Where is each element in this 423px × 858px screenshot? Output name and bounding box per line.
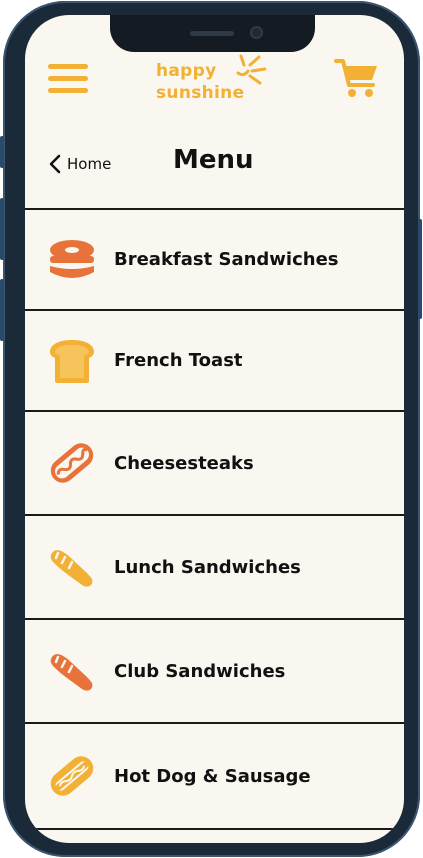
- menu-list: Breakfast Sandwiches French Toast Cheese…: [25, 208, 404, 838]
- shopping-cart-icon[interactable]: [334, 57, 380, 99]
- brand-logo[interactable]: happy sunshine: [156, 51, 271, 107]
- phone-frame: happy sunshine Home Menu Breakfast Sandw…: [0, 1, 422, 857]
- hot-dog-icon: [50, 756, 94, 796]
- menu-item-hot-dog-sausage[interactable]: Hot Dog & Sausage: [25, 722, 404, 828]
- hamburger-menu-icon[interactable]: [48, 62, 88, 94]
- menu-item-lunch-sandwiches[interactable]: Lunch Sandwiches: [25, 514, 404, 618]
- menu-item-label: Club Sandwiches: [114, 660, 286, 682]
- baguette-icon: [50, 654, 93, 691]
- logo-word-happy: happy: [156, 61, 217, 81]
- page-title: Menu: [173, 145, 254, 175]
- toast-icon: [50, 339, 94, 383]
- back-home-link[interactable]: Home: [49, 153, 111, 175]
- volume-down-button: [0, 279, 4, 341]
- back-label: Home: [67, 155, 112, 173]
- phone-screen: happy sunshine Home Menu Breakfast Sandw…: [25, 15, 404, 843]
- menu-item-breakfast-sandwiches[interactable]: Breakfast Sandwiches: [25, 208, 404, 309]
- front-camera: [250, 26, 263, 39]
- menu-item-label: French Toast: [114, 350, 243, 371]
- sub-roll-icon: [50, 443, 94, 483]
- bagel-icon: [50, 239, 94, 278]
- sun-rays-icon: [236, 54, 267, 85]
- menu-item-label: Lunch Sandwiches: [114, 556, 301, 578]
- menu-item-label: Breakfast Sandwiches: [114, 249, 339, 270]
- menu-item-label: Cheesesteaks: [114, 452, 254, 474]
- list-divider: [25, 828, 404, 838]
- menu-item-cheesesteaks[interactable]: Cheesesteaks: [25, 410, 404, 514]
- speaker-grille: [190, 31, 234, 36]
- menu-item-french-toast[interactable]: French Toast: [25, 309, 404, 410]
- volume-up-button: [0, 198, 4, 260]
- menu-item-label: Hot Dog & Sausage: [114, 765, 311, 787]
- chevron-left-icon: [49, 154, 61, 174]
- menu-item-club-sandwiches[interactable]: Club Sandwiches: [25, 618, 404, 722]
- bread-loaf-icon: [50, 550, 93, 587]
- power-button: [418, 219, 422, 319]
- mute-switch: [0, 136, 4, 168]
- notch: [110, 15, 315, 52]
